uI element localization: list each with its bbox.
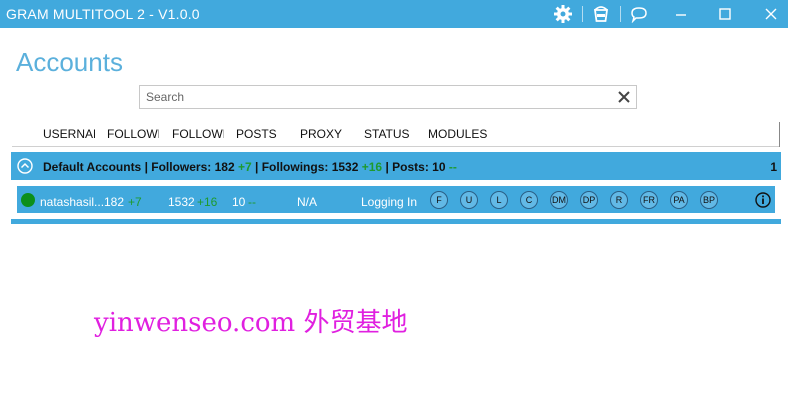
column-header-followers[interactable]: FOLLOWERS xyxy=(107,127,159,141)
search-input[interactable] xyxy=(146,89,606,105)
account-row[interactable]: natashasil... 182 +7 1532 +16 10 -- N/A … xyxy=(16,185,776,214)
module-r-button[interactable]: R xyxy=(610,191,628,209)
group-summary: Default Accounts | Followers: 182 +7 | F… xyxy=(43,160,457,174)
collapse-chevron-icon[interactable] xyxy=(17,158,33,174)
column-header-posts[interactable]: POSTS xyxy=(236,127,277,141)
account-followings-delta: +16 xyxy=(197,195,218,209)
module-c-button[interactable]: C xyxy=(520,191,538,209)
column-header-modules[interactable]: MODULES xyxy=(428,127,487,141)
account-group: Default Accounts | Followers: 182 +7 | F… xyxy=(11,152,781,224)
account-username: natashasil... xyxy=(40,195,105,209)
account-followers-delta: +7 xyxy=(128,195,142,209)
group-bottom-border xyxy=(11,219,781,224)
column-header-followings[interactable]: FOLLOWINGS xyxy=(172,127,224,141)
module-pa-button[interactable]: PA xyxy=(670,191,688,209)
group-count: 1 xyxy=(770,160,777,174)
status-indicator xyxy=(21,193,35,207)
column-header-status[interactable]: STATUS xyxy=(364,127,410,141)
account-followers: 182 xyxy=(104,195,125,209)
group-header[interactable]: Default Accounts | Followers: 182 +7 | F… xyxy=(11,152,781,180)
search-box xyxy=(139,85,637,109)
account-posts-delta: -- xyxy=(248,195,256,209)
header-edge xyxy=(779,122,780,147)
group-followings: | Followings: 1532 xyxy=(255,160,359,174)
module-fr-button[interactable]: FR xyxy=(640,191,658,209)
group-followers-delta: +7 xyxy=(237,160,252,174)
module-bp-button[interactable]: BP xyxy=(700,191,718,209)
info-icon[interactable] xyxy=(755,192,771,208)
close-icon[interactable] xyxy=(760,3,782,25)
minimize-icon[interactable] xyxy=(670,3,692,25)
column-header-proxy[interactable]: PROXY xyxy=(300,127,342,141)
header-divider xyxy=(12,146,780,147)
account-status: Logging In xyxy=(361,195,418,209)
chat-icon[interactable] xyxy=(628,3,650,25)
clear-search-icon[interactable] xyxy=(616,89,632,105)
column-header-username[interactable]: USERNAME xyxy=(43,127,95,141)
account-followings: 1532 xyxy=(168,195,195,209)
bucket-icon[interactable] xyxy=(590,3,612,25)
gear-icon[interactable] xyxy=(552,3,574,25)
account-proxy: N/A xyxy=(297,195,318,209)
window-title: GRAM MULTITOOL 2 - V1.0.0 xyxy=(6,6,200,22)
module-u-button[interactable]: U xyxy=(460,191,478,209)
group-posts: | Posts: 10 xyxy=(385,160,446,174)
maximize-icon[interactable] xyxy=(714,3,736,25)
module-dp-button[interactable]: DP xyxy=(580,191,598,209)
page-title: Accounts xyxy=(16,47,123,77)
group-name: Default Accounts xyxy=(43,160,142,174)
group-posts-delta: -- xyxy=(448,160,457,174)
module-dm-button[interactable]: DM xyxy=(550,191,568,209)
module-f-button[interactable]: F xyxy=(430,191,448,209)
module-l-button[interactable]: L xyxy=(490,191,508,209)
group-followings-delta: +16 xyxy=(361,160,383,174)
account-posts: 10 xyxy=(232,195,246,209)
watermark-text: yinwenseo.com 外贸基地 xyxy=(94,308,408,338)
title-bar: GRAM MULTITOOL 2 - V1.0.0 xyxy=(0,0,788,28)
group-followers: | Followers: 182 xyxy=(144,160,235,174)
